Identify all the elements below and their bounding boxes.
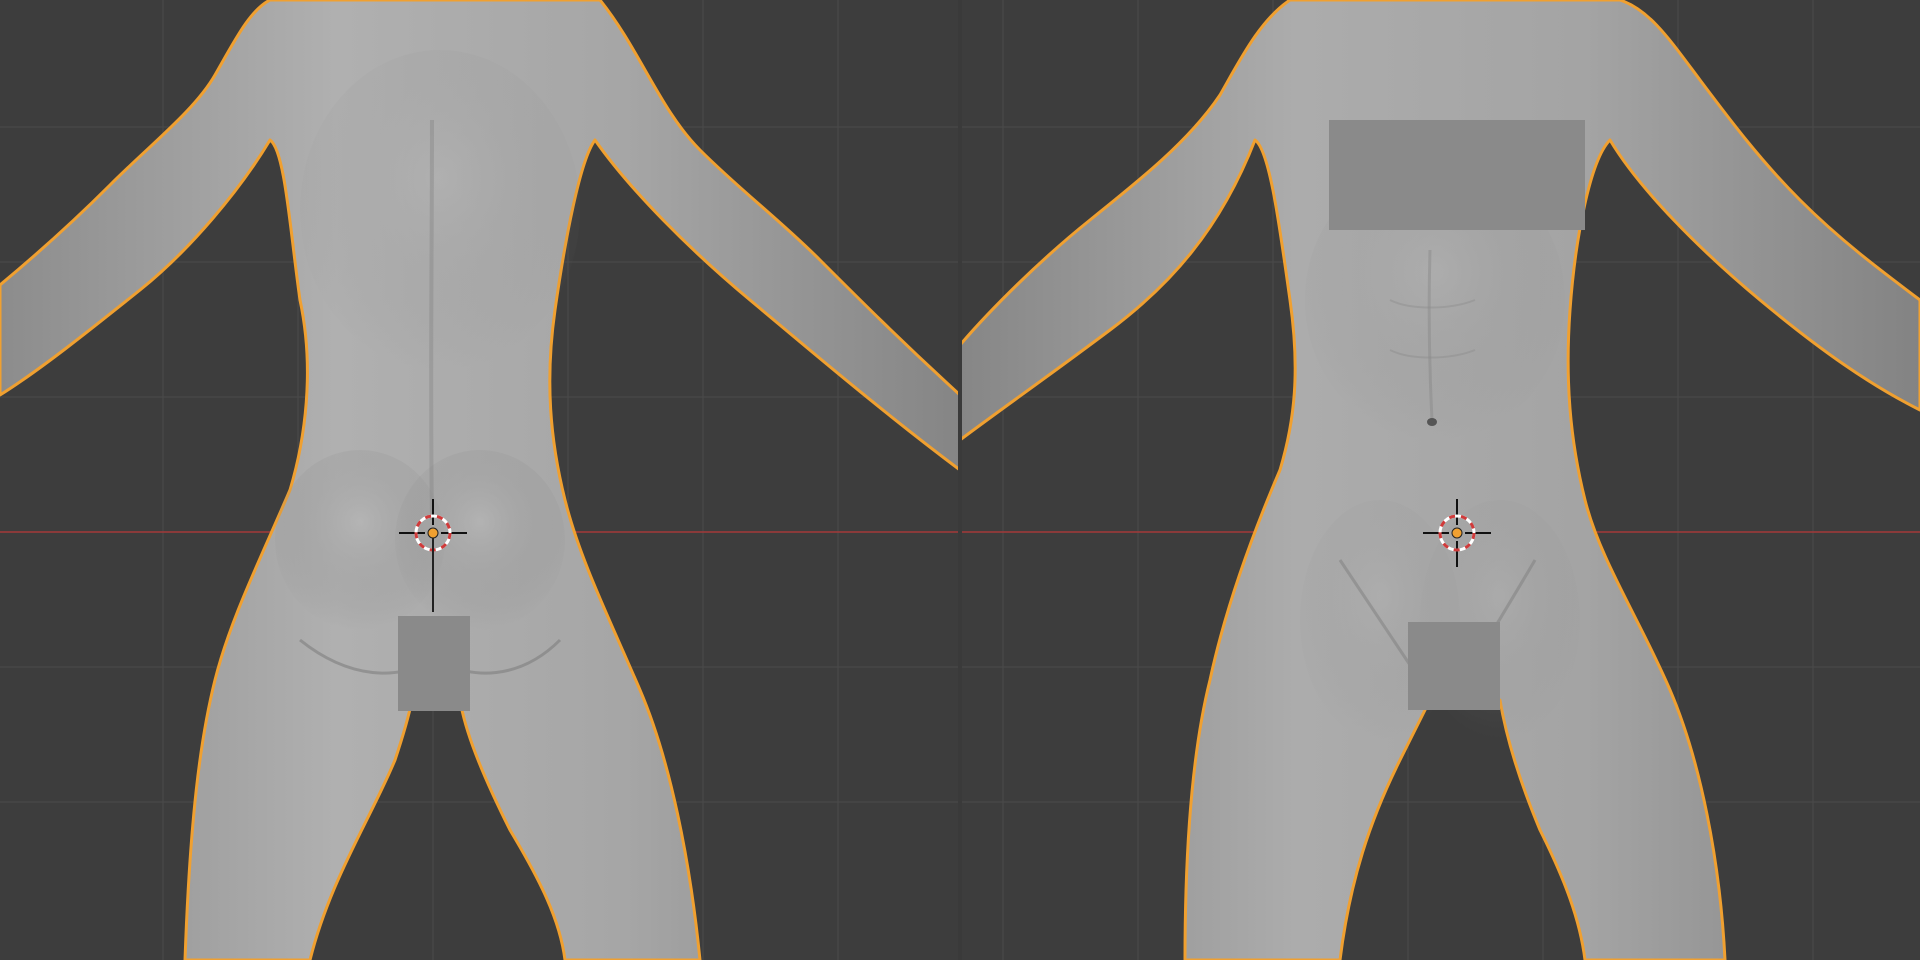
object-origin-icon <box>427 527 439 539</box>
censor-block-back <box>398 616 470 711</box>
viewport-back-canvas[interactable] <box>0 0 960 960</box>
blender-app <box>0 0 1920 960</box>
viewport-divider[interactable] <box>958 0 962 960</box>
viewport-front[interactable] <box>960 0 1920 960</box>
viewport-back[interactable] <box>0 0 960 960</box>
censor-block-chest <box>1329 120 1585 230</box>
viewport-front-canvas[interactable] <box>960 0 1920 960</box>
mesh-body-back[interactable] <box>0 0 960 960</box>
censor-block-front <box>1408 622 1500 710</box>
object-origin-icon <box>1451 527 1463 539</box>
